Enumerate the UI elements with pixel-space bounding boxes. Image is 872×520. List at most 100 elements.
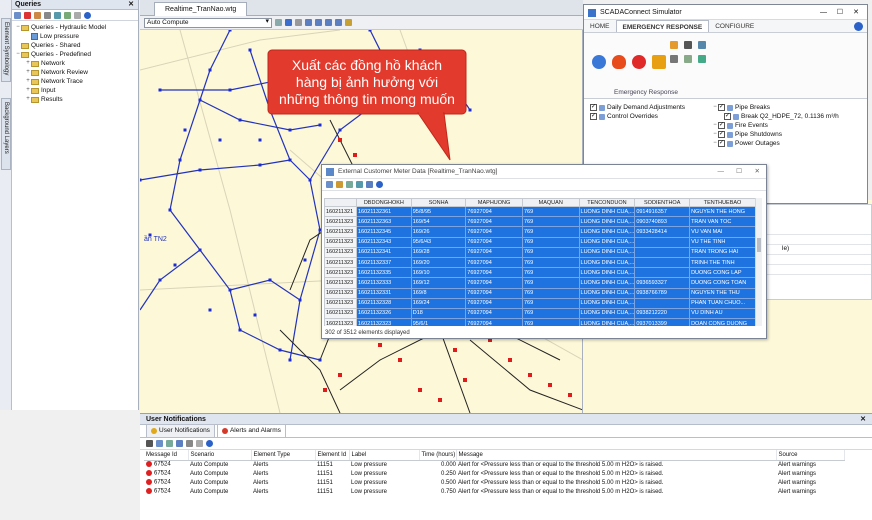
table-cell[interactable]: 16021132337 [355,256,412,269]
table-cell[interactable]: 16021132363 [355,216,412,228]
warning-icon[interactable] [652,55,666,69]
tool-icon[interactable] [698,41,706,49]
export-icon[interactable] [336,181,343,188]
table-cell[interactable]: 0937013399 [634,318,691,326]
row-header[interactable]: 160211323 [324,287,357,299]
table-cell[interactable]: 169/24 [410,297,467,309]
help-icon[interactable] [376,181,383,188]
event-item[interactable]: − ✓ Power Outages [712,139,862,148]
zoom-extents-icon[interactable] [295,19,302,26]
table-cell[interactable]: 95/6/43 [410,236,467,248]
table-row[interactable]: 160211321 16021132361 95/8/95 76927094 769 LU… [324,205,756,218]
table-cell[interactable]: 769 [521,267,580,279]
table-cell[interactable]: LUONG DINH CUA,... [578,277,636,289]
table-cell[interactable] [634,236,691,248]
table-cell[interactable]: PHAN TUAN CHUO... [689,297,756,309]
select-icon[interactable] [275,19,282,26]
event-item[interactable]: ✓ Daily Demand Adjustments [590,103,710,112]
row-header[interactable]: 160211323 [324,236,357,248]
column-header[interactable]: DBDONGHOKH [355,198,412,207]
tab-element-symbology[interactable]: Element Symbology [1,18,11,82]
table-cell[interactable]: 169/10 [410,267,467,279]
row-header[interactable]: 160211323 [324,216,357,228]
table-cell[interactable]: LUONG DINH CUA,... [578,267,636,279]
column-header[interactable]: Label [349,450,420,461]
refresh-icon[interactable] [54,11,61,19]
tab-home[interactable]: HOME [584,20,616,32]
minimize-icon[interactable]: — [820,5,827,20]
ext-data-grid[interactable]: DBDONGHOKH SONHA MAPHUONG MAQUAN TENCONDUON S… [324,198,756,326]
ext-vertical-scrollbar[interactable] [755,198,762,326]
table-cell[interactable]: LUONG DINH CUA,... [578,287,636,299]
event-item[interactable]: − ✓ Pipe Breaks [712,103,862,112]
table-row[interactable]: 160211323 16021132345 169/26 76927094 769 LUO… [324,226,756,238]
row-header[interactable]: 160211323 [324,226,357,238]
column-header[interactable]: SODIENTHOA [634,198,691,207]
tab-user-notifications[interactable]: User Notifications [146,424,215,437]
shutdown-icon[interactable] [632,55,646,69]
view-icon[interactable] [684,55,692,63]
table-cell[interactable]: 76927094 [465,277,523,289]
minimize-icon[interactable]: — [718,165,725,179]
table-row[interactable]: 67524 Auto Compute Alerts 11151 Low pressure… [144,460,844,469]
column-header[interactable]: Element Id [315,450,350,461]
event-item[interactable]: − ✓ Pipe Shutdowns [712,130,862,139]
table-cell[interactable]: 169/8 [410,287,467,299]
table-cell[interactable]: 76927094 [465,318,523,326]
table-cell[interactable]: D18 [410,307,467,320]
row-header[interactable]: 160211323 [324,256,357,269]
delete-icon[interactable] [24,11,31,19]
copy-icon[interactable] [156,440,163,447]
filter-icon[interactable] [186,440,193,447]
event-item[interactable]: ✓ Control Overrides [590,112,710,121]
checkbox-icon[interactable]: ✓ [590,113,597,120]
table-row[interactable]: 160211323 16021132331 169/8 76927094 769 LUON… [324,287,756,299]
new-query-icon[interactable] [14,11,21,19]
table-cell[interactable]: 76927094 [465,287,523,299]
table-cell[interactable]: VU DINH AU [689,307,756,320]
table-cell[interactable]: LUONG DINH CUA,... [578,216,636,228]
close-icon[interactable]: ✕ [853,5,859,20]
checkbox-icon[interactable]: ✓ [590,104,597,111]
checkbox-icon[interactable]: ✓ [718,104,725,111]
delete-icon[interactable] [670,55,678,63]
table-row[interactable]: 160211323 16021132337 169/20 76927094 769 LUO… [324,256,756,269]
table-cell[interactable]: 76927094 [465,216,523,228]
table-row[interactable]: 160211323 16021132333 169/12 76927094 769 LUO… [324,277,756,289]
table-cell[interactable]: 0938212220 [634,307,691,320]
tab-realtime-trannao[interactable]: Realtime_TranNao.wtg [154,2,248,16]
tree-item[interactable]: − Queries - Predefined [12,50,138,59]
table-cell[interactable]: NGUYEN THE THU [689,287,756,299]
table-cell[interactable]: 169/26 [410,226,467,238]
pan-icon[interactable] [345,19,352,26]
refresh-icon[interactable] [166,440,173,447]
scrollbar-thumb[interactable] [757,238,761,252]
checkbox-icon[interactable]: ✓ [724,113,731,120]
sparkle-icon[interactable] [592,55,606,69]
edit-icon[interactable] [670,41,678,49]
pointer-icon[interactable] [285,19,292,26]
table-cell[interactable]: 0933428414 [634,226,691,238]
table-cell[interactable]: 0938766789 [634,287,691,299]
table-row[interactable]: 160211323 16021132343 95/6/43 76927094 769 LU… [324,236,756,248]
table-cell[interactable]: 76927094 [465,256,523,269]
table-cell[interactable]: 769 [521,318,580,326]
column-header[interactable]: Message [456,450,777,461]
options-icon[interactable] [196,440,203,447]
table-cell[interactable]: 95/8/95 [410,205,467,218]
checkbox-icon[interactable]: ✓ [718,140,725,147]
table-cell[interactable]: LUONG DINH CUA,... [578,307,636,320]
rename-icon[interactable] [34,11,41,19]
table-cell[interactable]: 769 [521,216,580,228]
close-icon[interactable]: ✕ [128,0,134,10]
event-item[interactable]: − ✓ Fire Events [712,121,862,130]
table-row[interactable]: 67524 Auto Compute Alerts 11151 Low pressure… [144,487,844,496]
row-header[interactable]: 160211323 [324,246,357,258]
tree-item[interactable]: + Input [12,86,138,95]
table-cell[interactable]: 76927094 [465,297,523,309]
zoom-in-icon[interactable] [305,19,312,26]
column-header[interactable]: Scenario [188,450,252,461]
tab-alerts-and-alarms[interactable]: Alerts and Alarms [216,424,286,437]
table-cell[interactable]: LUONG DINH CUA,... [578,236,636,248]
zoom-out-icon[interactable] [315,19,322,26]
